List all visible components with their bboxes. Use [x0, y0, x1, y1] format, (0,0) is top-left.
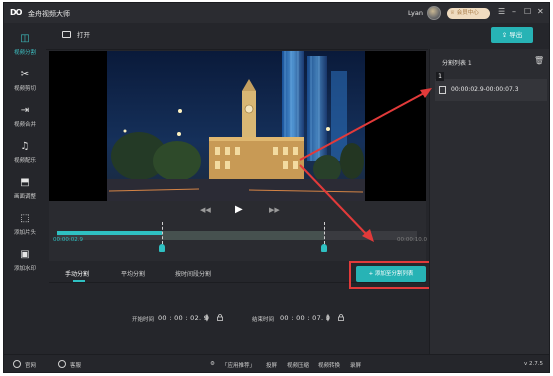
split-list-title: 分割列表 1 — [442, 60, 472, 67]
fast-forward-icon[interactable]: ▶▶ — [269, 204, 280, 216]
start-pin-icon[interactable] — [159, 244, 165, 252]
split-list-panel: 分割列表 1 🗑 00:00:02.9-00:00:07.3 1 — [429, 49, 549, 354]
player-controls: ◀◀ ▶ ▶▶ — [49, 201, 426, 219]
end-pin-icon[interactable] — [321, 244, 327, 252]
footer-link-convert[interactable]: 视频转换 — [318, 361, 340, 369]
tab-time-split[interactable]: 按时间段分割 — [175, 269, 211, 278]
sidebar-item-label: 视频剪切 — [13, 86, 36, 92]
open-button[interactable]: 打开 — [62, 29, 90, 39]
sidebar-item-video-music[interactable]: ♫ 视频配乐 — [4, 141, 46, 171]
footer: 官网 客服 ⚙ 「应用推荐」 投屏 视频压缩 视频转换 录屏 v 2.7.5 — [4, 354, 549, 372]
app-title: 金舟视频大师 — [28, 10, 70, 18]
end-time-stepper[interactable]: ▲ ▼ — [326, 314, 330, 323]
intro-icon: ⬚ — [20, 213, 30, 224]
tab-average-split[interactable]: 平均分割 — [121, 269, 145, 278]
end-time-input[interactable]: 00 : 00 : 07. 3 — [280, 314, 330, 322]
start-time-stepper[interactable]: ▲ ▼ — [205, 314, 209, 323]
globe-icon — [13, 360, 21, 368]
maximize-icon[interactable]: ☐ — [524, 7, 531, 17]
app-recommend-icon: ⚙ — [210, 361, 215, 367]
sidebar-item-add-intro[interactable]: ⬚ 添加片头 — [4, 213, 46, 243]
tab-manual-split[interactable]: 手动分割 — [65, 269, 89, 278]
play-icon[interactable]: ▶ — [235, 204, 243, 216]
trash-icon[interactable]: 🗑 — [534, 56, 544, 65]
app-logo-icon: DO — [10, 8, 22, 17]
list-item-index: 1 — [436, 72, 444, 81]
lock-icon[interactable] — [338, 314, 344, 321]
sidebar-item-label: 添加水印 — [13, 266, 36, 272]
vip-center-button[interactable]: ♕ 会员中心 — [447, 8, 490, 19]
video-preview[interactable] — [49, 51, 426, 201]
timeline-selection — [162, 231, 324, 240]
crop-icon: ⬒ — [20, 177, 30, 188]
footer-link-app-recommend[interactable]: 「应用推荐」 — [222, 361, 255, 369]
start-handle[interactable] — [162, 222, 163, 244]
title-bar: DO 金舟视频大师 Lyan ♕ 会员中心 ☰ – ☐ ✕ — [4, 3, 549, 23]
avatar[interactable] — [427, 6, 441, 20]
sidebar-item-frame-adjust[interactable]: ⬒ 画面调整 — [4, 177, 46, 207]
close-icon[interactable]: ✕ — [537, 7, 544, 17]
export-button[interactable]: ⇪ 导出 — [491, 27, 533, 43]
scissors-icon: ✂ — [20, 69, 30, 80]
footer-link-compress[interactable]: 视频压缩 — [287, 361, 309, 369]
folder-icon — [62, 31, 71, 38]
headset-icon — [58, 360, 66, 368]
divider — [46, 49, 428, 50]
open-label: 打开 — [77, 31, 90, 39]
end-handle[interactable] — [324, 222, 325, 244]
film-icon — [439, 86, 446, 94]
merge-icon: ⇥ — [20, 105, 30, 116]
start-time-input[interactable]: 00 : 00 : 02. 9 — [158, 314, 208, 322]
video-frame-image — [49, 51, 426, 201]
watermark-icon: ▣ — [20, 249, 30, 260]
menu-icon[interactable]: ☰ — [498, 7, 505, 17]
sidebar-item-label: 添加片头 — [13, 230, 36, 236]
sidebar-item-video-cut[interactable]: ✂ 视频剪切 — [4, 69, 46, 99]
tab-underline — [73, 280, 85, 282]
footer-link-record[interactable]: 录屏 — [350, 361, 361, 369]
add-split-highlight: + 添加至分割列表 — [349, 261, 433, 289]
segment-range: 00:00:02.9-00:00:07.3 — [451, 86, 519, 93]
sidebar-item-add-watermark[interactable]: ▣ 添加水印 — [4, 249, 46, 279]
current-time: 00:00:02.9 — [53, 237, 83, 243]
sidebar-item-label: 画面调整 — [13, 194, 36, 200]
timeline[interactable]: 00:00:02.9 00:00:10.0 — [49, 219, 427, 261]
end-time-label: 结束时间 — [252, 317, 275, 323]
sidebar-item-video-merge[interactable]: ⇥ 视频合并 — [4, 105, 46, 135]
sidebar-item-label: 视频分割 — [13, 50, 36, 56]
footer-link-cast[interactable]: 投屏 — [266, 361, 277, 369]
timeline-progress — [57, 231, 162, 235]
support-link[interactable]: 客服 — [70, 361, 81, 369]
start-time-label: 开始时间 — [132, 317, 155, 323]
split-icon: ◫ — [20, 33, 30, 44]
add-to-split-list-button[interactable]: + 添加至分割列表 — [356, 266, 426, 282]
sidebar-item-label: 视频配乐 — [13, 158, 36, 164]
music-icon: ♫ — [20, 141, 30, 152]
app-window: DO 金舟视频大师 Lyan ♕ 会员中心 ☰ – ☐ ✕ ◫ 视频分割 ✂ 视… — [3, 2, 550, 373]
vip-label: 会员中心 — [456, 10, 479, 16]
sidebar: ◫ 视频分割 ✂ 视频剪切 ⇥ 视频合并 ♫ 视频配乐 ⬒ 画面调整 ⬚ 添加片… — [4, 23, 46, 354]
user-name: Lyan — [408, 9, 423, 17]
lock-icon[interactable] — [217, 314, 223, 321]
sidebar-item-video-split[interactable]: ◫ 视频分割 — [4, 33, 46, 63]
export-label: 导出 — [509, 31, 523, 39]
sidebar-item-label: 视频合并 — [13, 122, 36, 128]
end-time: 00:00:10.0 — [397, 237, 427, 243]
minimize-icon[interactable]: – — [512, 7, 516, 17]
rewind-icon[interactable]: ◀◀ — [200, 204, 211, 216]
list-item[interactable]: 00:00:02.9-00:00:07.3 — [435, 79, 547, 101]
crown-icon: ♕ — [450, 10, 457, 16]
website-link[interactable]: 官网 — [25, 361, 36, 369]
version-label: v 2.7.5 — [524, 361, 543, 367]
